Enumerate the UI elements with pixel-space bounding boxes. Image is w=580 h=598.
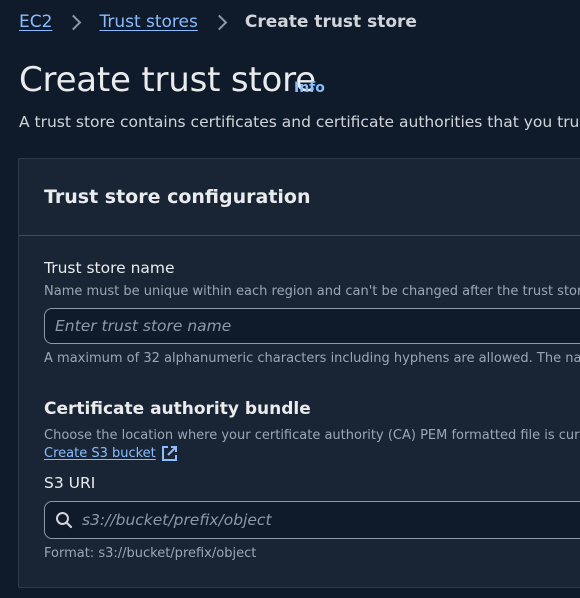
breadcrumb-current: Create trust store [244,12,417,32]
trust-store-name-input[interactable]: Enter trust store name [44,308,580,344]
trust-store-configuration-panel: Trust store configuration Trust store na… [18,158,580,588]
s3-uri-label: S3 URI [44,474,96,492]
breadcrumb-link-trust-stores[interactable]: Trust stores [99,12,197,32]
create-s3-bucket-label: Create S3 bucket [44,446,156,461]
s3-uri-placeholder: s3://bucket/prefix/object [82,511,272,529]
chevron-right-icon [66,14,82,30]
info-link[interactable]: Info [294,80,325,96]
ca-bundle-description: Choose the location where your certifica… [44,428,580,443]
trust-store-name-label: Trust store name [44,259,175,277]
panel-header: Trust store configuration [19,159,580,236]
ca-bundle-heading: Certificate authority bundle [44,399,311,419]
breadcrumb-link-ec2[interactable]: EC2 [19,12,52,32]
breadcrumb: EC2 Trust stores Create trust store [19,12,417,32]
trust-store-name-constraint: A maximum of 32 alphanumeric characters … [44,351,580,366]
search-icon [55,511,73,529]
create-s3-bucket-link[interactable]: Create S3 bucket [44,445,178,462]
page-description: A trust store contains certificates and … [19,113,580,131]
trust-store-name-description: Name must be unique within each region a… [44,284,580,299]
page-title: Create trust store [19,60,316,100]
panel-title: Trust store configuration [44,186,311,208]
trust-store-name-placeholder: Enter trust store name [55,317,232,335]
external-link-icon [161,445,178,462]
s3-uri-format-hint: Format: s3://bucket/prefix/object [44,546,257,561]
s3-uri-input[interactable]: s3://bucket/prefix/object [44,501,580,539]
chevron-right-icon [211,14,228,30]
